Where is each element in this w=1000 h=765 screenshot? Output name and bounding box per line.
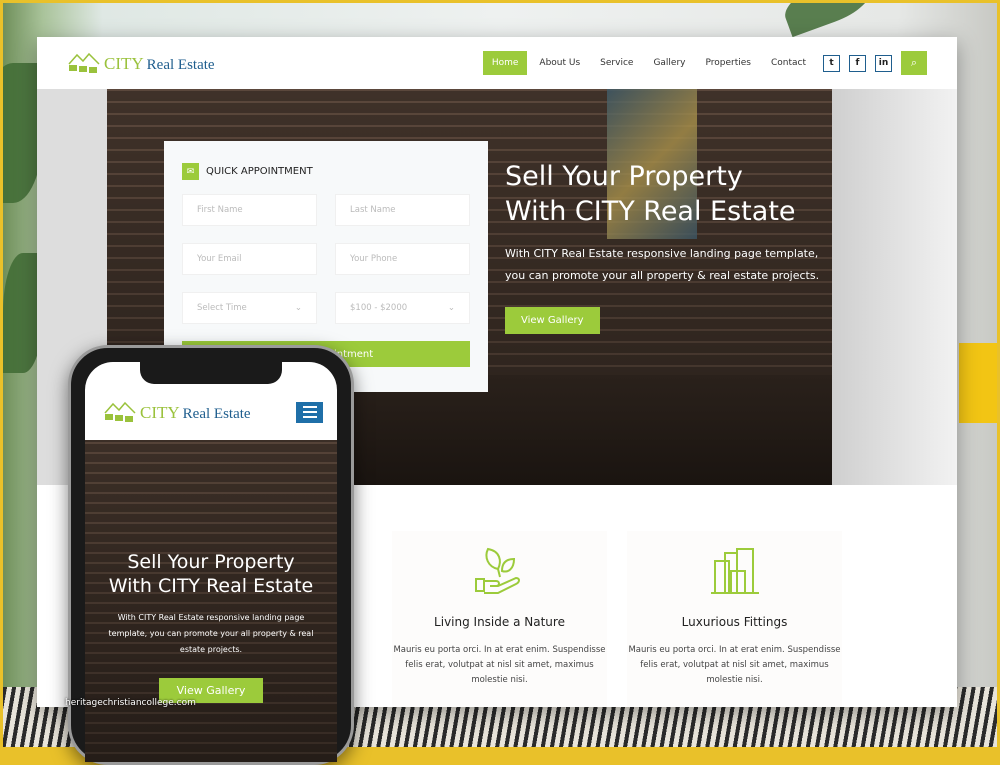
feature-title: Luxurious Fittings [681,615,788,629]
watermark: heritagechristiancollege.com [65,698,196,708]
houses-logo-icon [104,401,136,422]
budget-select[interactable]: $100 - $2000 ⌄ [335,292,470,324]
time-select[interactable]: Select Time ⌄ [182,292,317,324]
nav-service[interactable]: Service [592,52,641,74]
twitter-icon[interactable]: t [823,54,840,72]
mobile-logo[interactable]: CITY Real Estate [103,401,251,423]
houses-logo-icon [68,52,100,73]
nav-about-us[interactable]: About Us [531,52,588,74]
hamburger-menu-icon[interactable] [296,401,323,423]
logo-real-estate: Real Estate [182,406,251,422]
mail-icon: ✉ [182,163,199,180]
phone-input[interactable]: Your Phone [335,243,470,275]
view-gallery-button[interactable]: View Gallery [505,307,600,334]
feature-card: Luxurious Fittings Mauris eu porta orci.… [627,531,842,707]
yellow-cushion [959,343,997,423]
form-title: QUICK APPOINTMENT [206,166,313,177]
last-name-placeholder: Last Name [350,205,396,215]
hero-title-line1: Sell Your Property [505,161,743,192]
nav-properties[interactable]: Properties [698,52,759,74]
feature-card: Living Inside a Nature Mauris eu porta o… [392,531,607,707]
budget-select-value: $100 - $2000 [350,303,408,313]
hero-wall-right [832,89,957,485]
mobile-hero-title-line2: With CITY Real Estate [108,575,314,597]
search-icon[interactable]: ⌕ [901,51,927,75]
email-input[interactable]: Your Email [182,243,317,275]
leaf-decoration [778,3,878,38]
time-select-value: Select Time [197,303,247,313]
feature-text: Mauris eu porta orci. In at erat enim. S… [393,645,606,685]
hero-description: With CITY Real Estate responsive landing… [505,247,820,282]
logo-city: CITY [104,54,144,73]
site-header: CITY Real Estate Home About Us Service G… [37,37,957,89]
linkedin-icon[interactable]: in [875,54,892,72]
buildings-icon [710,548,759,594]
logo[interactable]: CITY Real Estate [67,52,215,74]
chevron-down-icon: ⌄ [447,303,455,313]
hero-title: Sell Your Property With CITY Real Estate [505,159,825,229]
facebook-icon[interactable]: f [849,54,866,72]
hero-text: Sell Your Property With CITY Real Estate … [505,159,825,334]
mobile-hero-description: With CITY Real Estate responsive landing… [108,613,314,654]
main-nav: Home About Us Service Gallery Properties… [482,51,927,75]
logo-real-estate: Real Estate [146,57,215,73]
logo-city: CITY [140,403,180,422]
first-name-placeholder: First Name [197,205,243,215]
feature-text: Mauris eu porta orci. In at erat enim. S… [628,645,841,685]
nav-home[interactable]: Home [482,51,528,75]
phone-notch [140,362,282,384]
mobile-hero-title: Sell Your Property With CITY Real Estate [85,550,337,598]
hero-title-line2: With CITY Real Estate [505,196,796,227]
email-placeholder: Your Email [197,254,242,264]
nav-contact[interactable]: Contact [763,52,814,74]
mobile-hero: Sell Your Property With CITY Real Estate … [85,440,337,762]
plant-hand-icon [474,547,520,594]
phone-placeholder: Your Phone [350,254,398,264]
nav-gallery[interactable]: Gallery [645,52,693,74]
chevron-down-icon: ⌄ [294,303,302,313]
mobile-hero-title-line1: Sell Your Property [127,551,295,573]
feature-title: Living Inside a Nature [434,615,565,629]
last-name-input[interactable]: Last Name [335,194,470,226]
first-name-input[interactable]: First Name [182,194,317,226]
